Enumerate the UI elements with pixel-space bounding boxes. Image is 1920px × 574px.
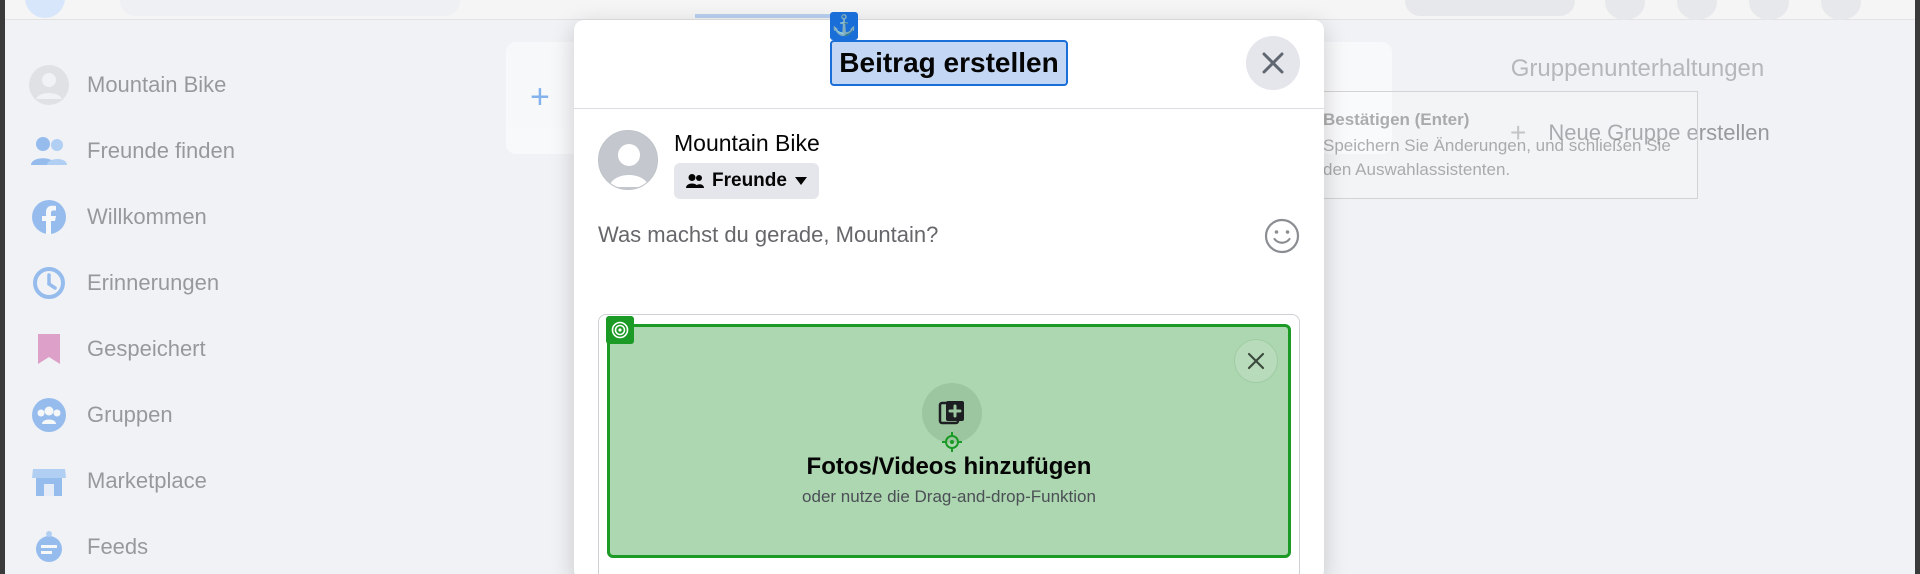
remove-media-button[interactable] [1234, 339, 1278, 383]
sidebar-item-label: Marketplace [87, 468, 207, 493]
feeds-icon [28, 526, 70, 568]
facebook-logo[interactable] [25, 0, 65, 18]
sidebar-item-label: Freunde finden [87, 138, 235, 163]
plus-icon: + [530, 78, 550, 116]
post-text-input[interactable]: Was machst du gerade, Mountain? [598, 222, 938, 248]
friends-icon [686, 173, 704, 189]
audience-selector-button[interactable]: Freunde [674, 163, 819, 199]
confirm-tooltip: Bestätigen (Enter) Speichern Sie Änderun… [1306, 91, 1698, 199]
sidebar-item-label: Feeds [87, 534, 149, 559]
target-icon [606, 316, 634, 344]
clock-history-icon [28, 262, 70, 304]
sidebar-item-label: Mountain Bike [87, 72, 227, 97]
notifications-button[interactable] [1749, 0, 1789, 20]
add-photos-videos-dropzone[interactable]: Fotos/Videos hinzufügen oder nutze die D… [607, 324, 1291, 558]
media-attachment-area: Fotos/Videos hinzufügen oder nutze die D… [598, 314, 1300, 574]
sidebar-item-saved[interactable]: Gespeichert [28, 316, 448, 382]
close-dialog-button[interactable] [1246, 36, 1300, 90]
dialog-title: Beitrag erstellen [830, 40, 1068, 86]
group-conversations-heading: Gruppenunterhaltungen [1510, 55, 1765, 82]
sidebar-item-label: Gruppen [87, 402, 173, 427]
top-right-pill-button[interactable] [1405, 0, 1575, 16]
audience-label: Freunde [712, 170, 787, 191]
menu-button[interactable] [1605, 0, 1645, 20]
dialog-header: ⚓ Beitrag erstellen [574, 12, 1324, 109]
sidebar-item-profile[interactable]: Mountain Bike [28, 52, 448, 118]
post-author-row: Mountain Bike Freunde [598, 130, 820, 199]
active-tab-indicator [695, 14, 840, 18]
crosshair-icon [942, 432, 962, 452]
messenger-button[interactable] [1677, 0, 1717, 20]
tooltip-title: Bestätigen (Enter) [1323, 110, 1470, 129]
profile-avatar-icon [28, 64, 70, 106]
facebook-icon [28, 196, 70, 238]
bookmark-icon [28, 328, 70, 370]
account-button[interactable] [1821, 0, 1861, 20]
left-sidebar: Mountain Bike Freunde finden Willkommen … [28, 52, 448, 574]
sidebar-item-label: Erinnerungen [87, 270, 220, 295]
add-media-title: Fotos/Videos hinzufügen [806, 453, 1092, 480]
create-post-dialog: ⚓ Beitrag erstellen Mountain Bike Freund… [574, 12, 1324, 574]
avatar [598, 130, 658, 190]
emoji-picker-button[interactable] [1264, 218, 1300, 254]
add-media-subtitle: oder nutze die Drag-and-drop-Funktion [802, 487, 1096, 506]
sidebar-item-label: Gespeichert [87, 336, 206, 361]
sidebar-item-welcome[interactable]: Willkommen [28, 184, 448, 250]
top-navigation-bar [5, 0, 1915, 20]
caret-down-icon [794, 177, 807, 185]
author-name: Mountain Bike [674, 130, 820, 156]
sidebar-item-friends[interactable]: Freunde finden [28, 118, 448, 184]
close-icon [1262, 52, 1284, 74]
sidebar-item-memories[interactable]: Erinnerungen [28, 250, 448, 316]
close-icon [1247, 352, 1265, 370]
shop-icon [28, 460, 70, 502]
friends-icon [28, 130, 70, 172]
sidebar-item-marketplace[interactable]: Marketplace [28, 448, 448, 514]
anchor-icon: ⚓ [830, 12, 858, 40]
search-input[interactable] [120, 0, 460, 16]
sidebar-item-feeds[interactable]: Feeds [28, 514, 448, 574]
smiley-icon [1264, 218, 1300, 254]
sidebar-item-groups[interactable]: Gruppen [28, 382, 448, 448]
sidebar-item-label: Willkommen [87, 204, 207, 229]
right-panel: Gruppenunterhaltungen + Neue Gruppe erst… [1490, 55, 1790, 148]
tooltip-description: Speichern Sie Änderungen, und schließen … [1323, 136, 1671, 179]
groups-icon [28, 394, 70, 436]
